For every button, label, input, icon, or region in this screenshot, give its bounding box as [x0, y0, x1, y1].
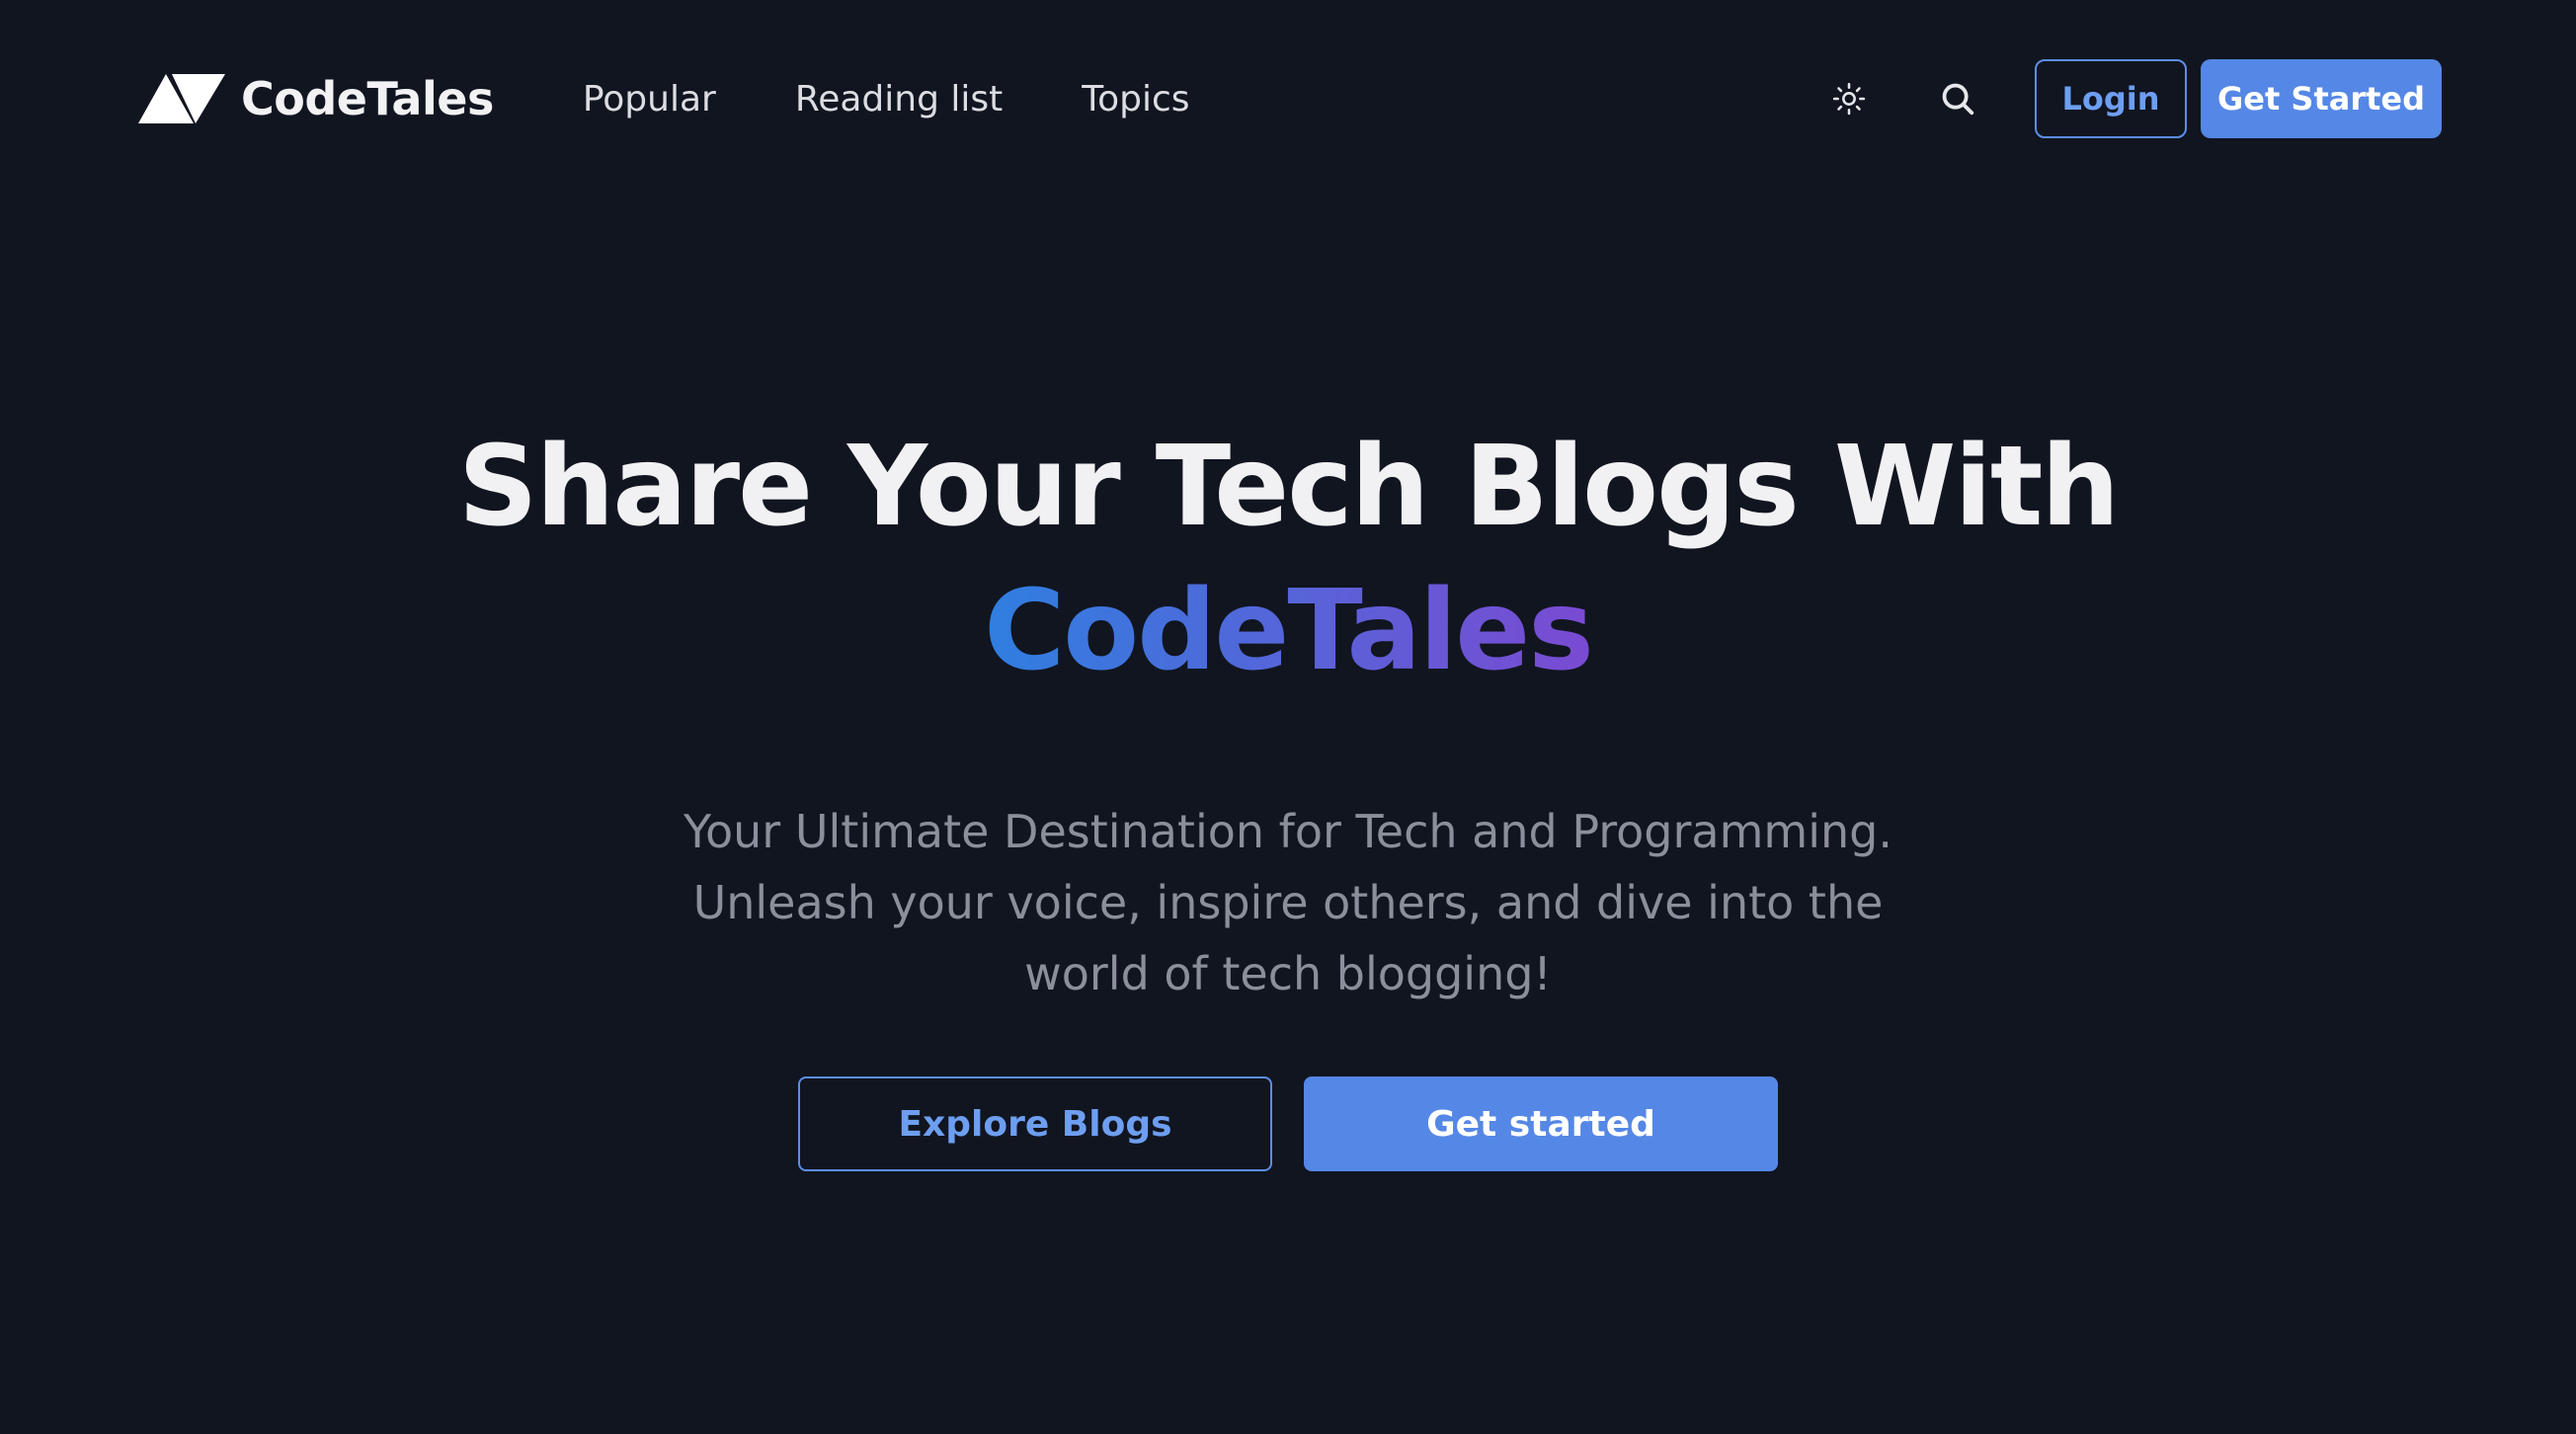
- hero-subtitle: Your Ultimate Destination for Tech and P…: [684, 805, 1892, 1000]
- login-button[interactable]: Login: [2035, 59, 2187, 138]
- nav-get-started-button[interactable]: Get Started: [2201, 59, 2442, 138]
- brand-name: CodeTales: [241, 72, 494, 125]
- brand-link[interactable]: CodeTales: [138, 72, 494, 125]
- hero-title: Share Your Tech Blogs With CodeTales: [0, 415, 2576, 703]
- top-navbar: CodeTales Popular Reading list Topics Lo…: [138, 59, 2442, 138]
- search-button[interactable]: [1926, 67, 1989, 130]
- hero-section: Share Your Tech Blogs With CodeTales You…: [0, 415, 2576, 1171]
- nav-links: Popular Reading list Topics: [583, 79, 1269, 120]
- nav-actions: Login Get Started: [1817, 59, 2442, 138]
- nav-link-topics[interactable]: Topics: [1082, 79, 1189, 120]
- hero-title-line1: Share Your Tech Blogs With: [457, 423, 2120, 551]
- nav-link-reading-list[interactable]: Reading list: [795, 79, 1003, 120]
- search-icon: [1942, 83, 1974, 116]
- hero-title-brand: CodeTales: [984, 559, 1594, 703]
- theme-toggle-button[interactable]: [1817, 67, 1881, 130]
- codetales-logo-icon: [138, 74, 225, 123]
- sun-icon: [1832, 82, 1866, 116]
- hero-get-started-button[interactable]: Get started: [1304, 1076, 1778, 1171]
- hero-actions: Explore Blogs Get started: [0, 1076, 2576, 1171]
- explore-blogs-button[interactable]: Explore Blogs: [798, 1076, 1272, 1171]
- landing-page: CodeTales Popular Reading list Topics Lo…: [0, 0, 2576, 1434]
- nav-link-popular[interactable]: Popular: [583, 79, 716, 120]
